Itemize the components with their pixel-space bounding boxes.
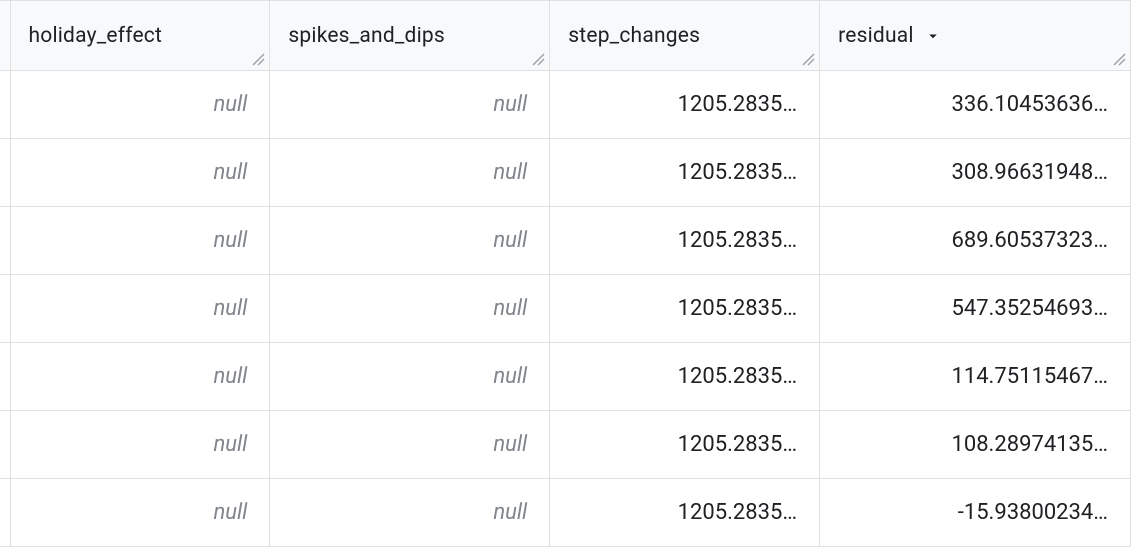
column-header-step-changes[interactable]: step_changes	[550, 1, 820, 71]
cell-residual: 689.60537323…	[820, 207, 1131, 275]
table-row[interactable]: null null 1205.2835… 547.35254693…	[0, 275, 1131, 343]
cell-residual: 547.35254693…	[820, 275, 1131, 343]
cell-stub	[0, 275, 10, 343]
cell-holiday-effect: null	[10, 343, 270, 411]
cell-spikes-and-dips: null	[270, 479, 550, 547]
cell-step-changes: 1205.2835…	[550, 275, 820, 343]
table-row[interactable]: null null 1205.2835… 114.75115467…	[0, 343, 1131, 411]
cell-step-changes: 1205.2835…	[550, 139, 820, 207]
column-label: spikes_and_dips	[288, 24, 445, 48]
column-header-holiday-effect[interactable]: holiday_effect	[10, 1, 270, 71]
cell-stub	[0, 139, 10, 207]
sort-descending-icon[interactable]	[924, 27, 942, 45]
cell-stub	[0, 411, 10, 479]
cell-step-changes: 1205.2835…	[550, 343, 820, 411]
cell-spikes-and-dips: null	[270, 71, 550, 139]
column-label: holiday_effect	[29, 24, 163, 48]
column-header-spikes-and-dips[interactable]: spikes_and_dips	[270, 1, 550, 71]
resize-handle-icon[interactable]	[1110, 50, 1128, 68]
header-stub	[0, 1, 10, 71]
cell-spikes-and-dips: null	[270, 275, 550, 343]
cell-holiday-effect: null	[10, 207, 270, 275]
column-label: residual	[838, 24, 914, 48]
cell-step-changes: 1205.2835…	[550, 411, 820, 479]
results-table: holiday_effect spikes_and_dips step_chan…	[0, 0, 1131, 547]
cell-step-changes: 1205.2835…	[550, 479, 820, 547]
table-row[interactable]: null null 1205.2835… 108.28974135…	[0, 411, 1131, 479]
cell-holiday-effect: null	[10, 71, 270, 139]
cell-holiday-effect: null	[10, 411, 270, 479]
cell-spikes-and-dips: null	[270, 207, 550, 275]
cell-residual: 114.75115467…	[820, 343, 1131, 411]
cell-residual: 336.10453636…	[820, 71, 1131, 139]
cell-stub	[0, 343, 10, 411]
resize-handle-icon[interactable]	[529, 50, 547, 68]
cell-stub	[0, 207, 10, 275]
resize-handle-icon[interactable]	[799, 50, 817, 68]
cell-spikes-and-dips: null	[270, 139, 550, 207]
cell-holiday-effect: null	[10, 479, 270, 547]
table-row[interactable]: null null 1205.2835… 336.10453636…	[0, 71, 1131, 139]
column-header-residual[interactable]: residual	[820, 1, 1131, 71]
table-row[interactable]: null null 1205.2835… 689.60537323…	[0, 207, 1131, 275]
cell-step-changes: 1205.2835…	[550, 207, 820, 275]
cell-holiday-effect: null	[10, 275, 270, 343]
cell-residual: -15.93800234…	[820, 479, 1131, 547]
cell-stub	[0, 479, 10, 547]
cell-spikes-and-dips: null	[270, 411, 550, 479]
table-row[interactable]: null null 1205.2835… -15.93800234…	[0, 479, 1131, 547]
column-label: step_changes	[568, 24, 700, 48]
cell-residual: 308.96631948…	[820, 139, 1131, 207]
table-row[interactable]: null null 1205.2835… 308.96631948…	[0, 139, 1131, 207]
cell-spikes-and-dips: null	[270, 343, 550, 411]
cell-residual: 108.28974135…	[820, 411, 1131, 479]
cell-stub	[0, 71, 10, 139]
table-header-row: holiday_effect spikes_and_dips step_chan…	[0, 1, 1131, 71]
resize-handle-icon[interactable]	[249, 50, 267, 68]
cell-holiday-effect: null	[10, 139, 270, 207]
cell-step-changes: 1205.2835…	[550, 71, 820, 139]
